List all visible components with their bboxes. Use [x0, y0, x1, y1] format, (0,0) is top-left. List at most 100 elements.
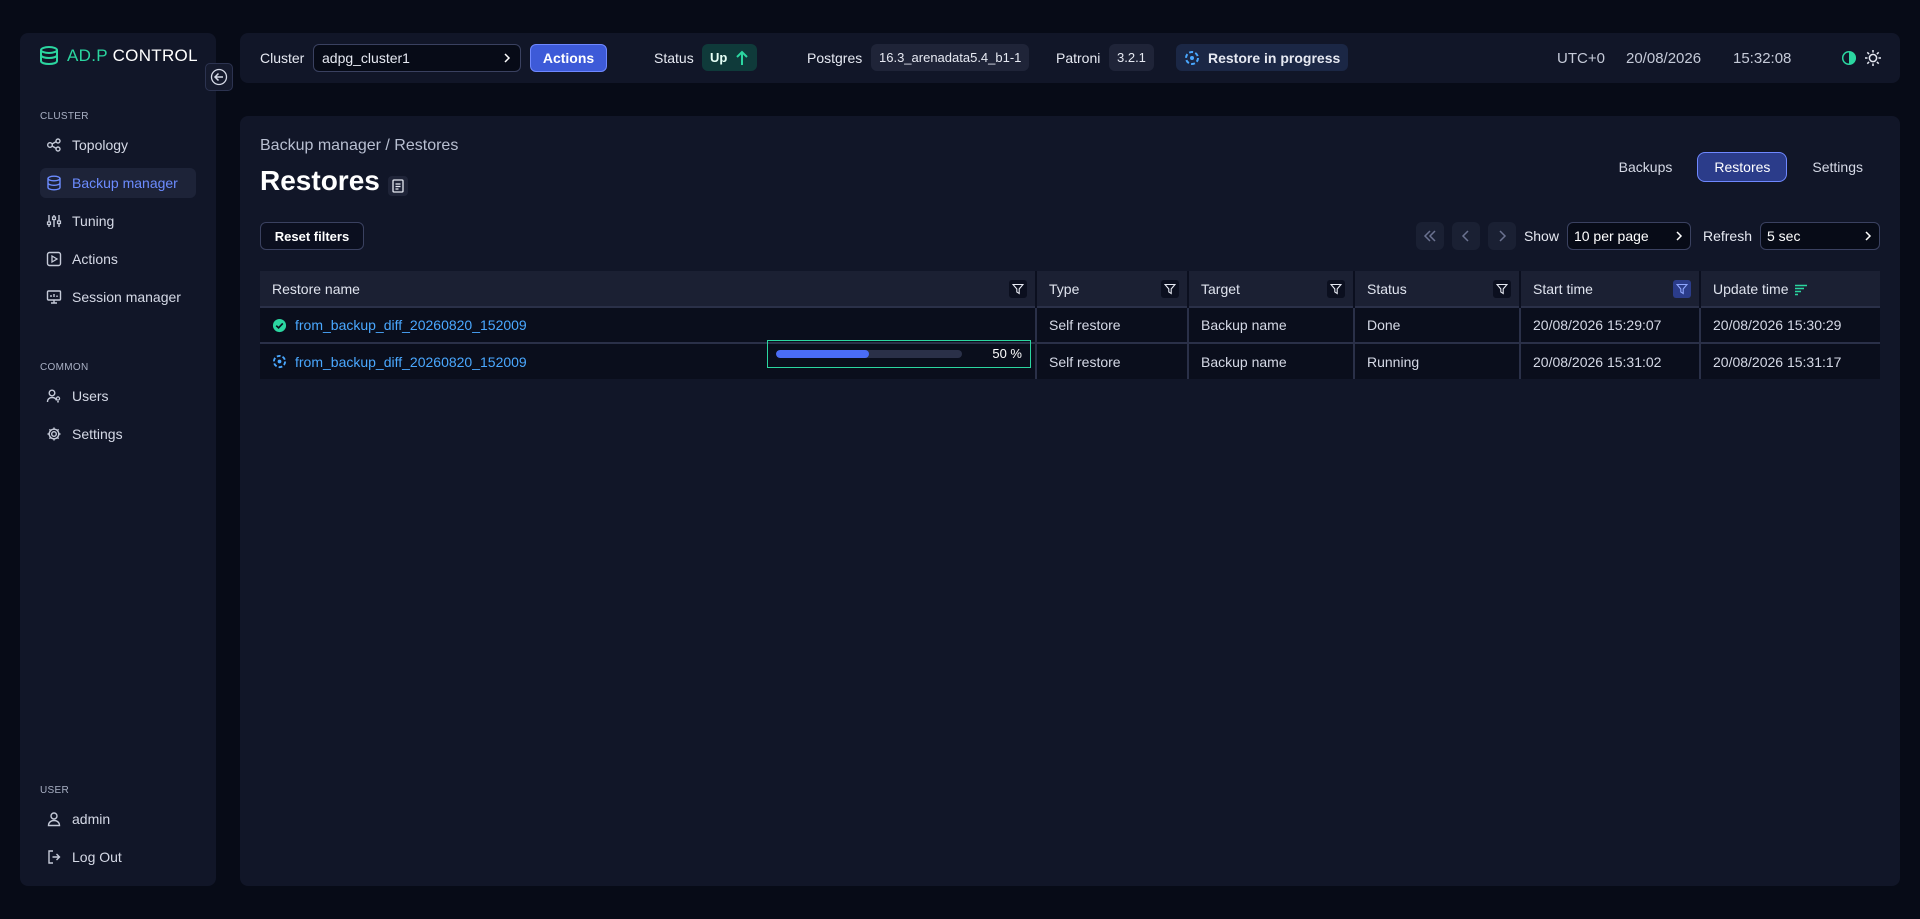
- progress-bar-fill: [776, 349, 869, 358]
- filter-status-button[interactable]: [1493, 280, 1511, 298]
- play-square-icon: [46, 251, 62, 267]
- sun-icon[interactable]: [1864, 49, 1882, 67]
- sidebar-item-label: Settings: [72, 426, 123, 442]
- chevron-right-icon: [1865, 231, 1872, 241]
- sidebar-item-label: Users: [72, 388, 109, 404]
- cell-target: Backup name: [1188, 306, 1355, 343]
- spinner-icon: [272, 354, 287, 369]
- column-title: Restore name: [272, 280, 360, 297]
- sidebar-item-label: Topology: [72, 137, 129, 153]
- sidebar-item-label: Actions: [72, 251, 118, 267]
- logo: AD.P CONTROL: [39, 45, 198, 67]
- sidebar-item-users[interactable]: Users: [40, 381, 196, 411]
- restores-table: Restore name Type Target Status Start ti…: [260, 271, 1880, 379]
- cell-type: Self restore: [1036, 306, 1189, 343]
- table-row[interactable]: from_backup_diff_20260820_152009 Self re…: [260, 306, 1880, 343]
- arrow-up-icon: [736, 50, 749, 65]
- table-header-row: Restore name Type Target Status Start ti…: [260, 271, 1880, 307]
- filter-start-time-button[interactable]: [1673, 280, 1691, 298]
- sidebar-item-admin[interactable]: admin: [40, 804, 196, 834]
- cluster-select[interactable]: adpg_cluster1: [313, 44, 521, 72]
- column-header-start-time: Start time: [1520, 271, 1701, 307]
- restore-status-badge: Restore in progress: [1176, 44, 1349, 71]
- tab-restores[interactable]: Restores: [1697, 152, 1788, 182]
- users-icon: [46, 389, 61, 403]
- per-page-select[interactable]: 10 per page: [1566, 222, 1691, 250]
- filter-icon: [1496, 283, 1508, 295]
- sidebar-item-session-manager[interactable]: Session manager: [40, 282, 196, 312]
- logo-icon: [40, 46, 58, 66]
- monitor-icon: [46, 290, 62, 304]
- sidebar-item-label: admin: [72, 811, 111, 827]
- cell-status: Done: [1354, 306, 1521, 343]
- filter-icon: [1330, 283, 1342, 295]
- progress-percent: 50 %: [992, 346, 1022, 361]
- sidebar-item-label: Session manager: [72, 289, 181, 305]
- previous-page-button[interactable]: [1451, 222, 1480, 250]
- sort-descending-icon[interactable]: [1794, 284, 1808, 296]
- logo-adp: AD.P: [67, 46, 108, 65]
- filter-icon: [1012, 283, 1024, 295]
- cell-status: Running: [1354, 342, 1521, 379]
- next-page-button[interactable]: [1487, 222, 1516, 250]
- patroni-version-badge: 3.2.1: [1109, 44, 1154, 71]
- restore-name-link[interactable]: from_backup_diff_20260820_152009: [295, 317, 527, 333]
- chevrons-left-icon: [1423, 230, 1436, 242]
- sidebar-item-label: Log Out: [72, 849, 122, 865]
- user-icon: [47, 812, 61, 827]
- first-page-button[interactable]: [1415, 222, 1444, 250]
- status-badge: Up: [702, 44, 758, 71]
- sidebar-item-tuning[interactable]: Tuning: [40, 206, 196, 236]
- collapse-sidebar-button[interactable]: [205, 63, 233, 91]
- sliders-icon: [46, 215, 62, 227]
- cell-target: Backup name: [1188, 342, 1355, 379]
- restore-status-text: Restore in progress: [1208, 49, 1341, 66]
- timezone: UTC+0: [1557, 50, 1605, 67]
- section-label-user: USER: [40, 785, 69, 796]
- topology-icon: [47, 138, 61, 152]
- filter-type-button[interactable]: [1161, 280, 1179, 298]
- contrast-toggle-icon[interactable]: [1841, 50, 1857, 66]
- show-label: Show: [1523, 228, 1559, 244]
- sidebar-item-topology[interactable]: Topology: [40, 130, 196, 160]
- current-date: 20/08/2026: [1626, 50, 1702, 67]
- section-label-common: COMMON: [40, 362, 89, 373]
- logout-icon: [48, 850, 61, 864]
- sidebar: AD.P CONTROL CLUSTER Topology Backup man…: [20, 33, 216, 886]
- tab-settings[interactable]: Settings: [1795, 152, 1880, 182]
- reset-filters-button[interactable]: Reset filters: [260, 222, 364, 250]
- restore-name-link[interactable]: from_backup_diff_20260820_152009: [295, 354, 527, 370]
- sidebar-item-backup-manager[interactable]: Backup manager: [40, 168, 196, 198]
- per-page-value: 10 per page: [1573, 228, 1649, 244]
- breadcrumb: Backup manager / Restores: [260, 137, 459, 154]
- column-header-type: Type: [1036, 271, 1189, 307]
- logo-control: CONTROL: [112, 46, 198, 65]
- sidebar-item-actions[interactable]: Actions: [40, 244, 196, 274]
- postgres-version-badge: 16.3_arenadata5.4_b1-1: [871, 44, 1030, 71]
- gear-icon: [47, 427, 61, 441]
- restore-progress: 50 %: [767, 339, 1031, 368]
- column-header-update-time[interactable]: Update time: [1700, 271, 1880, 307]
- filter-icon: [1676, 283, 1688, 295]
- section-label-cluster: CLUSTER: [40, 111, 89, 122]
- filter-restore-name-button[interactable]: [1009, 280, 1027, 298]
- column-title: Status: [1367, 280, 1407, 297]
- refresh-interval-value: 5 sec: [1767, 228, 1801, 244]
- status-label: Status: [654, 50, 694, 66]
- spinner-icon: [1185, 50, 1199, 65]
- tab-backups[interactable]: Backups: [1602, 152, 1690, 182]
- patroni-label: Patroni: [1056, 50, 1101, 66]
- cell-start-time: 20/08/2026 15:29:07: [1520, 306, 1701, 343]
- docs-button[interactable]: [388, 176, 408, 196]
- refresh-interval-select[interactable]: 5 sec: [1760, 222, 1880, 250]
- postgres-label: Postgres: [807, 50, 863, 66]
- filter-target-button[interactable]: [1327, 280, 1345, 298]
- current-time: 15:32:08: [1733, 50, 1792, 67]
- sidebar-item-settings[interactable]: Settings: [40, 419, 196, 449]
- table-row[interactable]: from_backup_diff_20260820_152009 50 % Se…: [260, 339, 1880, 379]
- chevron-right-icon: [504, 53, 511, 63]
- sidebar-item-logout[interactable]: Log Out: [40, 842, 196, 872]
- pagination: Show 10 per page Refresh 5 sec: [1415, 222, 1880, 250]
- actions-button[interactable]: Actions: [530, 44, 607, 72]
- top-bar: Cluster adpg_cluster1 Actions Status Up …: [240, 33, 1900, 83]
